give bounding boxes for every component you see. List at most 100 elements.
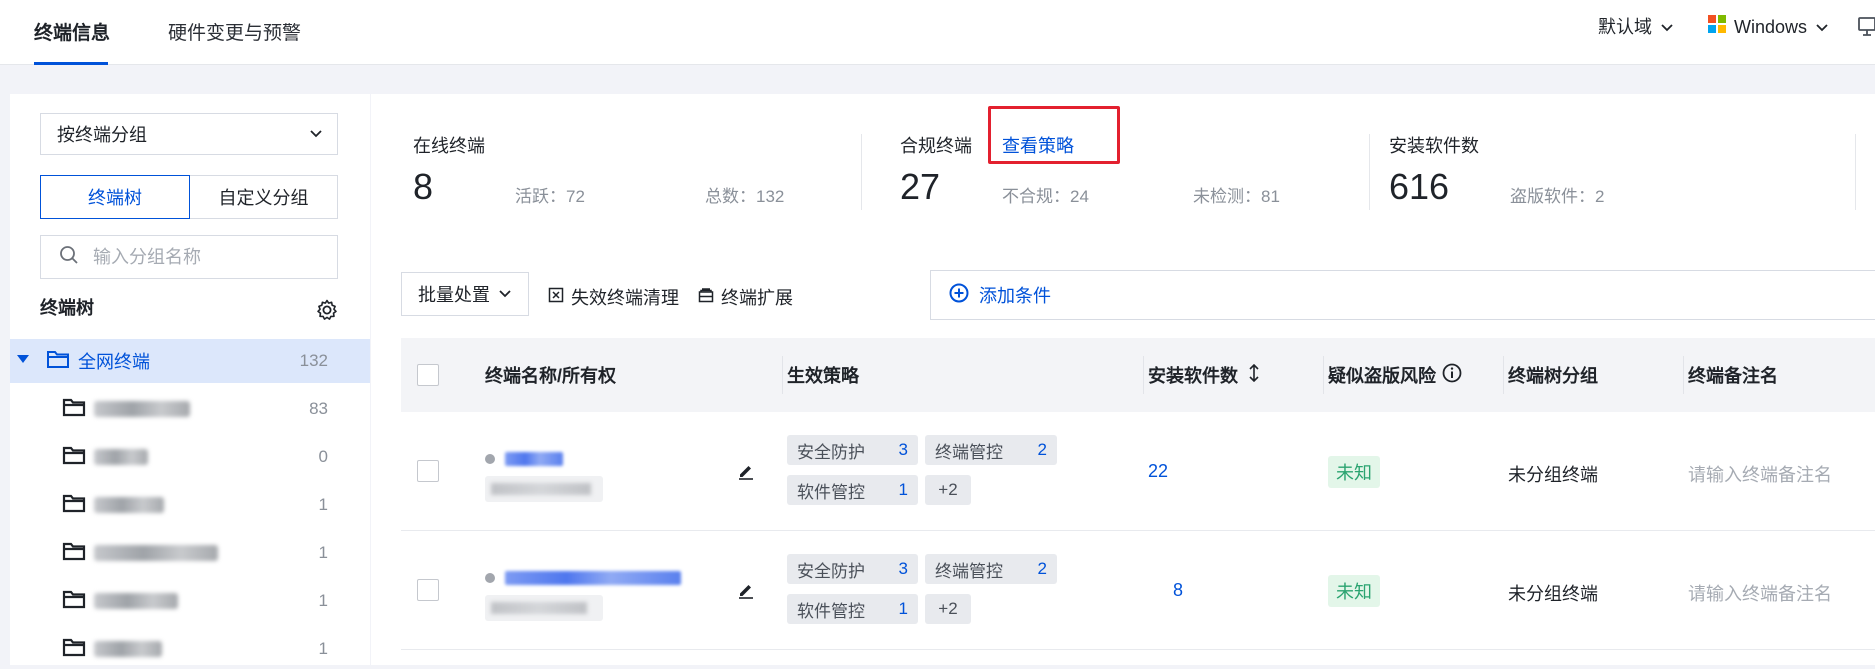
tree-node-name-redacted xyxy=(94,593,178,609)
tree-node-name-redacted xyxy=(94,497,164,513)
column-header-policy[interactable]: 生效策略 xyxy=(787,338,859,412)
folder-icon xyxy=(62,541,86,566)
column-header-tree-group[interactable]: 终端树分组 xyxy=(1508,338,1598,412)
remark-input[interactable]: 请输入终端备注名 xyxy=(1688,580,1832,606)
software-count-link[interactable]: 22 xyxy=(1148,461,1168,482)
sort-icon[interactable] xyxy=(1248,363,1260,387)
noncompliant-count: 不合规：24 xyxy=(1002,187,1089,206)
tree-node[interactable]: 1 xyxy=(10,581,370,621)
tab-hardware-change[interactable]: 硬件变更与预警 xyxy=(168,22,301,46)
column-divider[interactable] xyxy=(1683,356,1684,394)
compliant-terminals-value: 27 xyxy=(900,166,941,207)
chevron-down-icon xyxy=(498,284,512,305)
row-checkbox[interactable] xyxy=(417,579,439,601)
add-condition-filter[interactable]: 添加条件 xyxy=(930,270,1875,320)
policy-tag-count: 3 xyxy=(898,559,908,578)
segment-terminal-tree[interactable]: 终端树 xyxy=(40,175,190,219)
terminal-extend-button[interactable]: 终端扩展 xyxy=(698,284,793,310)
owner-redacted xyxy=(485,595,603,621)
tree-node-count: 1 xyxy=(318,639,328,658)
plus-circle-icon xyxy=(949,283,969,308)
monitor-icon[interactable] xyxy=(1858,16,1875,43)
owner-redacted xyxy=(485,476,603,502)
policy-tag[interactable]: 软件管控 1 xyxy=(787,594,918,624)
folder-icon xyxy=(62,445,86,470)
tree-node[interactable]: 0 xyxy=(10,437,370,477)
divider xyxy=(1855,134,1856,210)
column-header-piracy-risk[interactable]: 疑似盗版风险 xyxy=(1328,338,1462,412)
group-search-input[interactable] xyxy=(91,245,315,269)
tree-node-count: 83 xyxy=(309,399,328,418)
edit-icon[interactable] xyxy=(737,581,755,604)
tab-terminal-info[interactable]: 终端信息 xyxy=(34,22,110,46)
policy-tag-name: 软件管控 xyxy=(797,601,865,621)
policy-tag-count: 2 xyxy=(1037,559,1047,578)
tree-node-count: 132 xyxy=(299,351,328,370)
domain-select-label: 默认域 xyxy=(1598,17,1652,37)
column-header-piracy-risk-label: 疑似盗版风险 xyxy=(1328,366,1436,386)
tree-node-count: 1 xyxy=(318,591,328,610)
software-count-link[interactable]: 8 xyxy=(1173,580,1183,601)
column-header-software-count[interactable]: 安装软件数 xyxy=(1148,338,1260,412)
edit-icon[interactable] xyxy=(737,462,755,485)
row-checkbox[interactable] xyxy=(417,460,439,482)
column-divider[interactable] xyxy=(1143,356,1144,394)
policy-tag-count: 3 xyxy=(898,440,908,459)
group-search-field[interactable] xyxy=(40,235,338,279)
table-header: 终端名称/所有权 生效策略 安装软件数 疑似盗版风险 终端树分组 终端备注名 xyxy=(401,338,1875,412)
tree-node[interactable]: 83 xyxy=(10,389,370,429)
group-by-label: 按终端分组 xyxy=(57,125,147,145)
tree-node-name-redacted xyxy=(94,449,148,465)
invalid-terminal-cleanup-button[interactable]: 失效终端清理 xyxy=(548,284,679,310)
batch-action-button[interactable]: 批量处置 xyxy=(401,272,529,316)
terminal-name-redacted[interactable] xyxy=(505,571,681,585)
policy-tag-name: 软件管控 xyxy=(797,482,865,502)
risk-status-badge: 未知 xyxy=(1328,456,1380,488)
segment-custom-group[interactable]: 自定义分组 xyxy=(190,175,338,219)
installed-software-value: 616 xyxy=(1389,166,1450,207)
column-divider[interactable] xyxy=(782,356,783,394)
active-tab-indicator xyxy=(34,62,108,65)
folder-icon xyxy=(62,493,86,518)
os-select-label: Windows xyxy=(1734,17,1808,37)
group-by-select[interactable]: 按终端分组 xyxy=(40,113,338,155)
cleanup-label: 失效终端清理 xyxy=(571,288,679,308)
divider xyxy=(861,134,862,210)
tree-node[interactable]: 1 xyxy=(10,485,370,525)
column-divider[interactable] xyxy=(1323,356,1324,394)
terminal-name-redacted[interactable] xyxy=(505,452,563,466)
add-condition-label: 添加条件 xyxy=(979,286,1051,306)
select-all-checkbox[interactable] xyxy=(417,364,439,386)
offline-status-dot xyxy=(485,454,495,464)
policy-tag[interactable]: 终端管控 2 xyxy=(925,435,1057,465)
tree-node[interactable]: 1 xyxy=(10,533,370,573)
column-header-software-count-label: 安装软件数 xyxy=(1148,366,1238,386)
compliant-terminals-label: 合规终端 xyxy=(900,136,972,156)
info-icon[interactable] xyxy=(1442,363,1462,388)
policy-tag[interactable]: 安全防护 3 xyxy=(787,554,918,584)
folder-icon xyxy=(46,349,70,374)
column-header-remark[interactable]: 终端备注名 xyxy=(1688,338,1778,412)
gear-icon[interactable] xyxy=(315,298,339,327)
tree-node-name-redacted xyxy=(94,401,190,417)
remark-input[interactable]: 请输入终端备注名 xyxy=(1688,461,1832,487)
tree-node-label: 全网终端 xyxy=(78,352,150,372)
domain-select[interactable]: 默认域 xyxy=(1598,14,1674,40)
tree-node[interactable]: 1 xyxy=(10,629,370,669)
policy-tag[interactable]: 软件管控 1 xyxy=(787,475,918,505)
more-policies-tag[interactable]: +2 xyxy=(925,475,971,505)
more-policies-tag[interactable]: +2 xyxy=(925,594,971,624)
tree-node-count: 1 xyxy=(318,495,328,514)
caret-down-icon[interactable] xyxy=(16,352,30,370)
chevron-down-icon xyxy=(309,124,323,145)
column-divider[interactable] xyxy=(1503,356,1504,394)
table-row[interactable]: 安全防护 3 终端管控 2 软件管控 1 +2 22 未知 未分组终端 请输入终端备注… xyxy=(401,412,1875,531)
policy-tag[interactable]: 安全防护 3 xyxy=(787,435,918,465)
column-header-name[interactable]: 终端名称/所有权 xyxy=(485,338,616,412)
annotation-highlight-box xyxy=(988,106,1120,164)
table-row[interactable]: 安全防护 3 终端管控 2 软件管控 1 +2 8 未知 未分组终端 请输入终端备注名 xyxy=(401,531,1875,650)
tree-node-all-terminals[interactable]: 全网终端 132 xyxy=(10,339,370,383)
policy-tag[interactable]: 终端管控 2 xyxy=(925,554,1057,584)
chevron-down-icon xyxy=(1660,20,1674,34)
os-select[interactable]: Windows xyxy=(1708,14,1829,40)
